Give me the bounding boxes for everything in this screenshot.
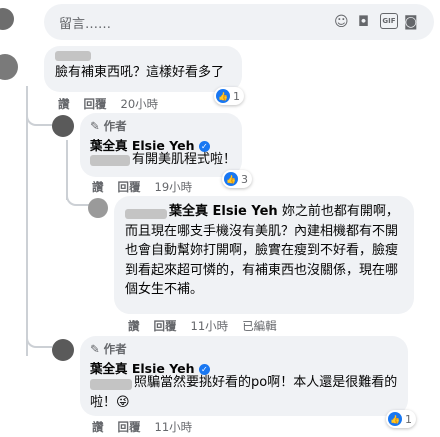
comment-actions-2: 讚 回覆 19小時	[92, 179, 202, 195]
reply-button[interactable]: 回覆	[84, 97, 107, 111]
camera-icon[interactable]: ◘	[358, 14, 369, 30]
like-icon: 👍	[216, 89, 230, 103]
reply-button[interactable]: 回覆	[154, 319, 177, 333]
reaction-count-1[interactable]: 👍 1	[214, 87, 244, 105]
like-icon: 👍	[388, 412, 402, 426]
like-button[interactable]: 讚	[92, 420, 104, 434]
author-badge: ✎ 作者	[90, 342, 127, 356]
reaction-number: 1	[233, 89, 240, 103]
mention-link[interactable]: 葉全真 Elsie Yeh	[169, 204, 278, 219]
commenter-name-blurred[interactable]	[55, 51, 91, 61]
edited-label: 已編輯	[242, 319, 277, 333]
mention-blurred[interactable]	[90, 155, 130, 166]
like-icon: 👍	[224, 172, 238, 186]
thread-line	[26, 86, 28, 356]
author-avatar[interactable]	[52, 115, 74, 137]
commenter-avatar-top	[0, 8, 14, 30]
thread-connector	[26, 330, 52, 348]
author-avatar[interactable]	[52, 339, 74, 361]
gif-icon[interactable]: GIF	[380, 13, 398, 29]
comment-actions-3: 讚 回覆 11小時 已編輯	[128, 318, 287, 334]
sticker-icon[interactable]: ◙	[404, 14, 418, 30]
reaction-count-2[interactable]: 👍 3	[222, 170, 252, 188]
reaction-number: 1	[405, 412, 412, 426]
wink-emoji: 😜	[116, 395, 130, 410]
like-button[interactable]: 讚	[128, 319, 140, 333]
author-badge: ✎ 作者	[90, 119, 127, 133]
author-tag-label: 作者	[103, 342, 127, 356]
author-tag-label: 作者	[103, 119, 127, 133]
comment-input-placeholder[interactable]: 留言……	[59, 13, 111, 32]
comment-text-4-body: 照騙當然要挑好看的po啊！本人還是很難看的啦！	[90, 375, 398, 410]
thread-connector	[66, 190, 90, 206]
commenter-avatar	[0, 54, 18, 80]
like-button[interactable]: 讚	[58, 97, 70, 111]
reaction-number: 3	[241, 172, 248, 186]
reply-button[interactable]: 回覆	[118, 180, 141, 194]
commenter-avatar[interactable]	[88, 198, 108, 218]
comment-text-2: 有開美肌程式啦！	[132, 152, 237, 167]
emoji-icon[interactable]: ☺	[334, 14, 349, 30]
comment-actions-1: 讚 回覆 20小時	[58, 96, 168, 112]
comment-actions-4: 讚 回覆 11小時	[92, 419, 202, 435]
comment-text-3: 葉全真 Elsie Yeh 妳之前也都有開啊，而且現在哪支手機沒有美肌？內建相機…	[125, 202, 407, 300]
reply-button[interactable]: 回覆	[118, 420, 141, 434]
reaction-count-4[interactable]: 👍 1	[386, 410, 416, 428]
comment-text-4: 照騙當然要挑好看的po啊！本人還是很難看的啦！😜	[90, 373, 400, 413]
comment-time[interactable]: 11小時	[155, 420, 193, 434]
comment-time[interactable]: 20小時	[121, 97, 159, 111]
comment-text-1: 臉有補東西吼？這樣好看多了	[55, 65, 225, 80]
thread-connector	[26, 108, 52, 126]
comment-time[interactable]: 19小時	[155, 180, 193, 194]
comment-time[interactable]: 11小時	[191, 319, 229, 333]
like-button[interactable]: 讚	[92, 180, 104, 194]
